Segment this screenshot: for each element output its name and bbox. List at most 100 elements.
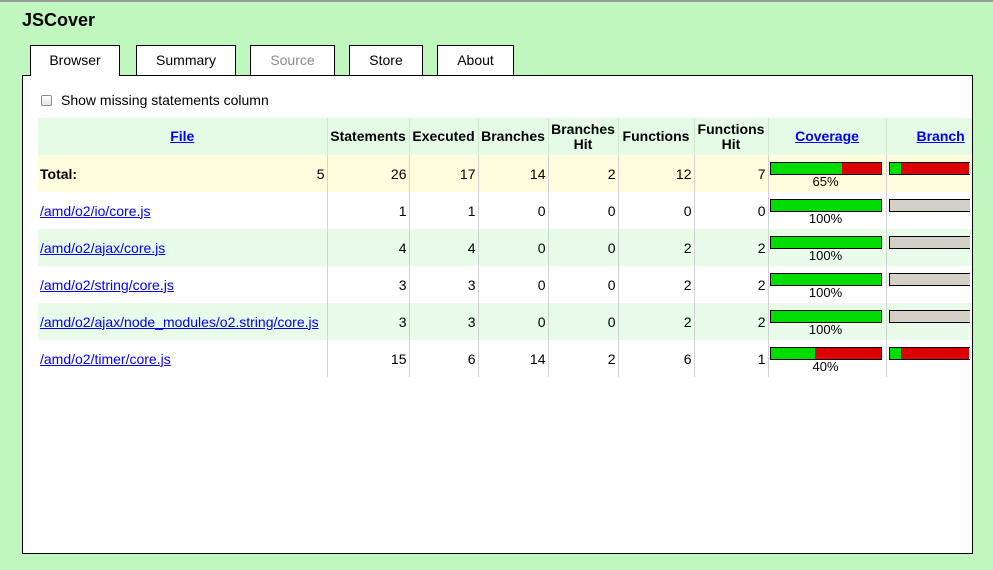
statements-cell: 3 <box>327 303 410 340</box>
statements-cell: 3 <box>327 266 410 303</box>
coverage-percent: 100% <box>808 248 843 263</box>
file-cell: /amd/o2/string/core.js <box>38 266 328 303</box>
statements-cell: 1 <box>327 192 410 229</box>
functions-hit-cell: 0 <box>694 192 769 229</box>
coverage-percent: 40% <box>812 359 839 374</box>
coverage-cell: 100% <box>768 192 887 229</box>
coverage-cell: 100% <box>768 303 887 340</box>
missing-statements-label: Show missing statements column <box>61 92 269 108</box>
functions-hit-cell: 2 <box>694 266 769 303</box>
file-link[interactable]: /amd/o2/timer/core.js <box>40 351 171 367</box>
table-row: /amd/o2/ajax/node_modules/o2.string/core… <box>38 303 972 340</box>
branch-coverage-cell <box>886 266 972 303</box>
tab-about[interactable]: About <box>437 45 514 75</box>
tab-store[interactable]: Store <box>349 45 423 75</box>
file-link[interactable]: /amd/o2/ajax/node_modules/o2.string/core… <box>40 314 319 330</box>
header-statements: Statements <box>327 118 410 155</box>
branch-bar <box>888 273 970 286</box>
file-cell: /amd/o2/ajax/core.js <box>38 229 328 266</box>
coverage-percent: 65% <box>812 174 839 189</box>
covered-segment <box>770 163 842 174</box>
coverage-cell: 100% <box>768 229 887 266</box>
header-executed: Executed <box>409 118 479 155</box>
branch-bar <box>888 199 970 212</box>
branch-bar <box>888 162 970 175</box>
header-functions-hit: Functions Hit <box>694 118 769 155</box>
branch-coverage-cell <box>886 229 972 266</box>
functions-hit-cell: 2 <box>694 303 769 340</box>
coverage-cell: 40% <box>768 340 887 377</box>
file-link[interactable]: /amd/o2/ajax/core.js <box>40 240 165 256</box>
functions-cell: 0 <box>618 192 695 229</box>
branch-coverage-cell <box>886 303 972 340</box>
branches-hit-cell: 0 <box>548 192 619 229</box>
window-top-border <box>0 0 993 2</box>
total-functions: 12 <box>618 155 695 192</box>
functions-hit-cell: 1 <box>694 340 769 377</box>
coverage-table: File Statements Executed Branches Branch… <box>38 118 972 377</box>
header-file[interactable]: File <box>38 118 328 155</box>
header-branches: Branches <box>478 118 549 155</box>
total-label-text: Total: <box>40 165 78 182</box>
total-branch-coverage <box>886 155 972 192</box>
coverage-cell: 100% <box>768 266 887 303</box>
sort-file-link[interactable]: File <box>170 128 194 144</box>
file-link[interactable]: /amd/o2/string/core.js <box>40 277 174 293</box>
branches-cell: 0 <box>478 303 549 340</box>
branch-bar <box>888 347 970 360</box>
covered-segment <box>770 274 881 285</box>
sort-branch-link[interactable]: Branch <box>917 128 965 144</box>
functions-hit-cell: 2 <box>694 229 769 266</box>
header-coverage[interactable]: Coverage <box>768 118 887 155</box>
total-executed: 17 <box>409 155 479 192</box>
total-statements: 26 <box>327 155 410 192</box>
uncovered-segment <box>842 163 881 174</box>
executed-cell: 3 <box>409 303 479 340</box>
uncovered-segment <box>814 348 881 359</box>
total-row: Total: 5 26 17 14 2 12 7 65% <box>38 155 972 192</box>
tab-browser[interactable]: Browser <box>30 45 120 76</box>
branch-bar <box>888 310 970 323</box>
functions-cell: 2 <box>618 303 695 340</box>
table-row: /amd/o2/string/core.js 3 3 0 0 2 2 100% <box>38 266 972 303</box>
branches-cell: 0 <box>478 192 549 229</box>
executed-cell: 1 <box>409 192 479 229</box>
branches-cell: 0 <box>478 266 549 303</box>
functions-cell: 2 <box>618 266 695 303</box>
coverage-percent: 100% <box>808 211 843 226</box>
total-branches: 14 <box>478 155 549 192</box>
branches-cell: 0 <box>478 229 549 266</box>
table-header-row: File Statements Executed Branches Branch… <box>38 118 972 155</box>
covered-segment <box>770 200 881 211</box>
branches-hit-cell: 0 <box>548 266 619 303</box>
statements-cell: 15 <box>327 340 410 377</box>
total-coverage: 65% <box>768 155 887 192</box>
uncovered-segment <box>900 163 970 174</box>
table-row: /amd/o2/io/core.js 1 1 0 0 0 0 100% <box>38 192 972 229</box>
coverage-percent: 100% <box>808 322 843 337</box>
file-cell: /amd/o2/ajax/node_modules/o2.string/core… <box>38 303 328 340</box>
sort-coverage-link[interactable]: Coverage <box>795 128 859 144</box>
tab-source[interactable]: Source <box>250 45 335 75</box>
tab-summary[interactable]: Summary <box>136 45 236 75</box>
missing-statements-checkbox[interactable] <box>41 94 52 106</box>
executed-cell: 6 <box>409 340 479 377</box>
covered-segment <box>770 237 881 248</box>
branches-cell: 14 <box>478 340 549 377</box>
file-link[interactable]: /amd/o2/io/core.js <box>40 203 151 219</box>
branches-hit-cell: 0 <box>548 229 619 266</box>
header-functions: Functions <box>618 118 695 155</box>
branches-hit-cell: 2 <box>548 340 619 377</box>
covered-segment <box>770 348 815 359</box>
uncovered-segment <box>900 348 970 359</box>
table-row: /amd/o2/ajax/core.js 4 4 0 0 2 2 100% <box>38 229 972 266</box>
covered-segment <box>770 311 881 322</box>
table-row: /amd/o2/timer/core.js 15 6 14 2 6 1 40% <box>38 340 972 377</box>
missing-statements-toggle[interactable]: Show missing statements column <box>41 92 269 108</box>
header-branch[interactable]: Branch <box>886 118 972 155</box>
browser-panel: Show missing statements column File Stat… <box>22 75 973 554</box>
covered-segment <box>889 348 901 359</box>
total-label: Total: 5 <box>38 155 328 192</box>
functions-cell: 2 <box>618 229 695 266</box>
header-branches-hit: Branches Hit <box>548 118 619 155</box>
